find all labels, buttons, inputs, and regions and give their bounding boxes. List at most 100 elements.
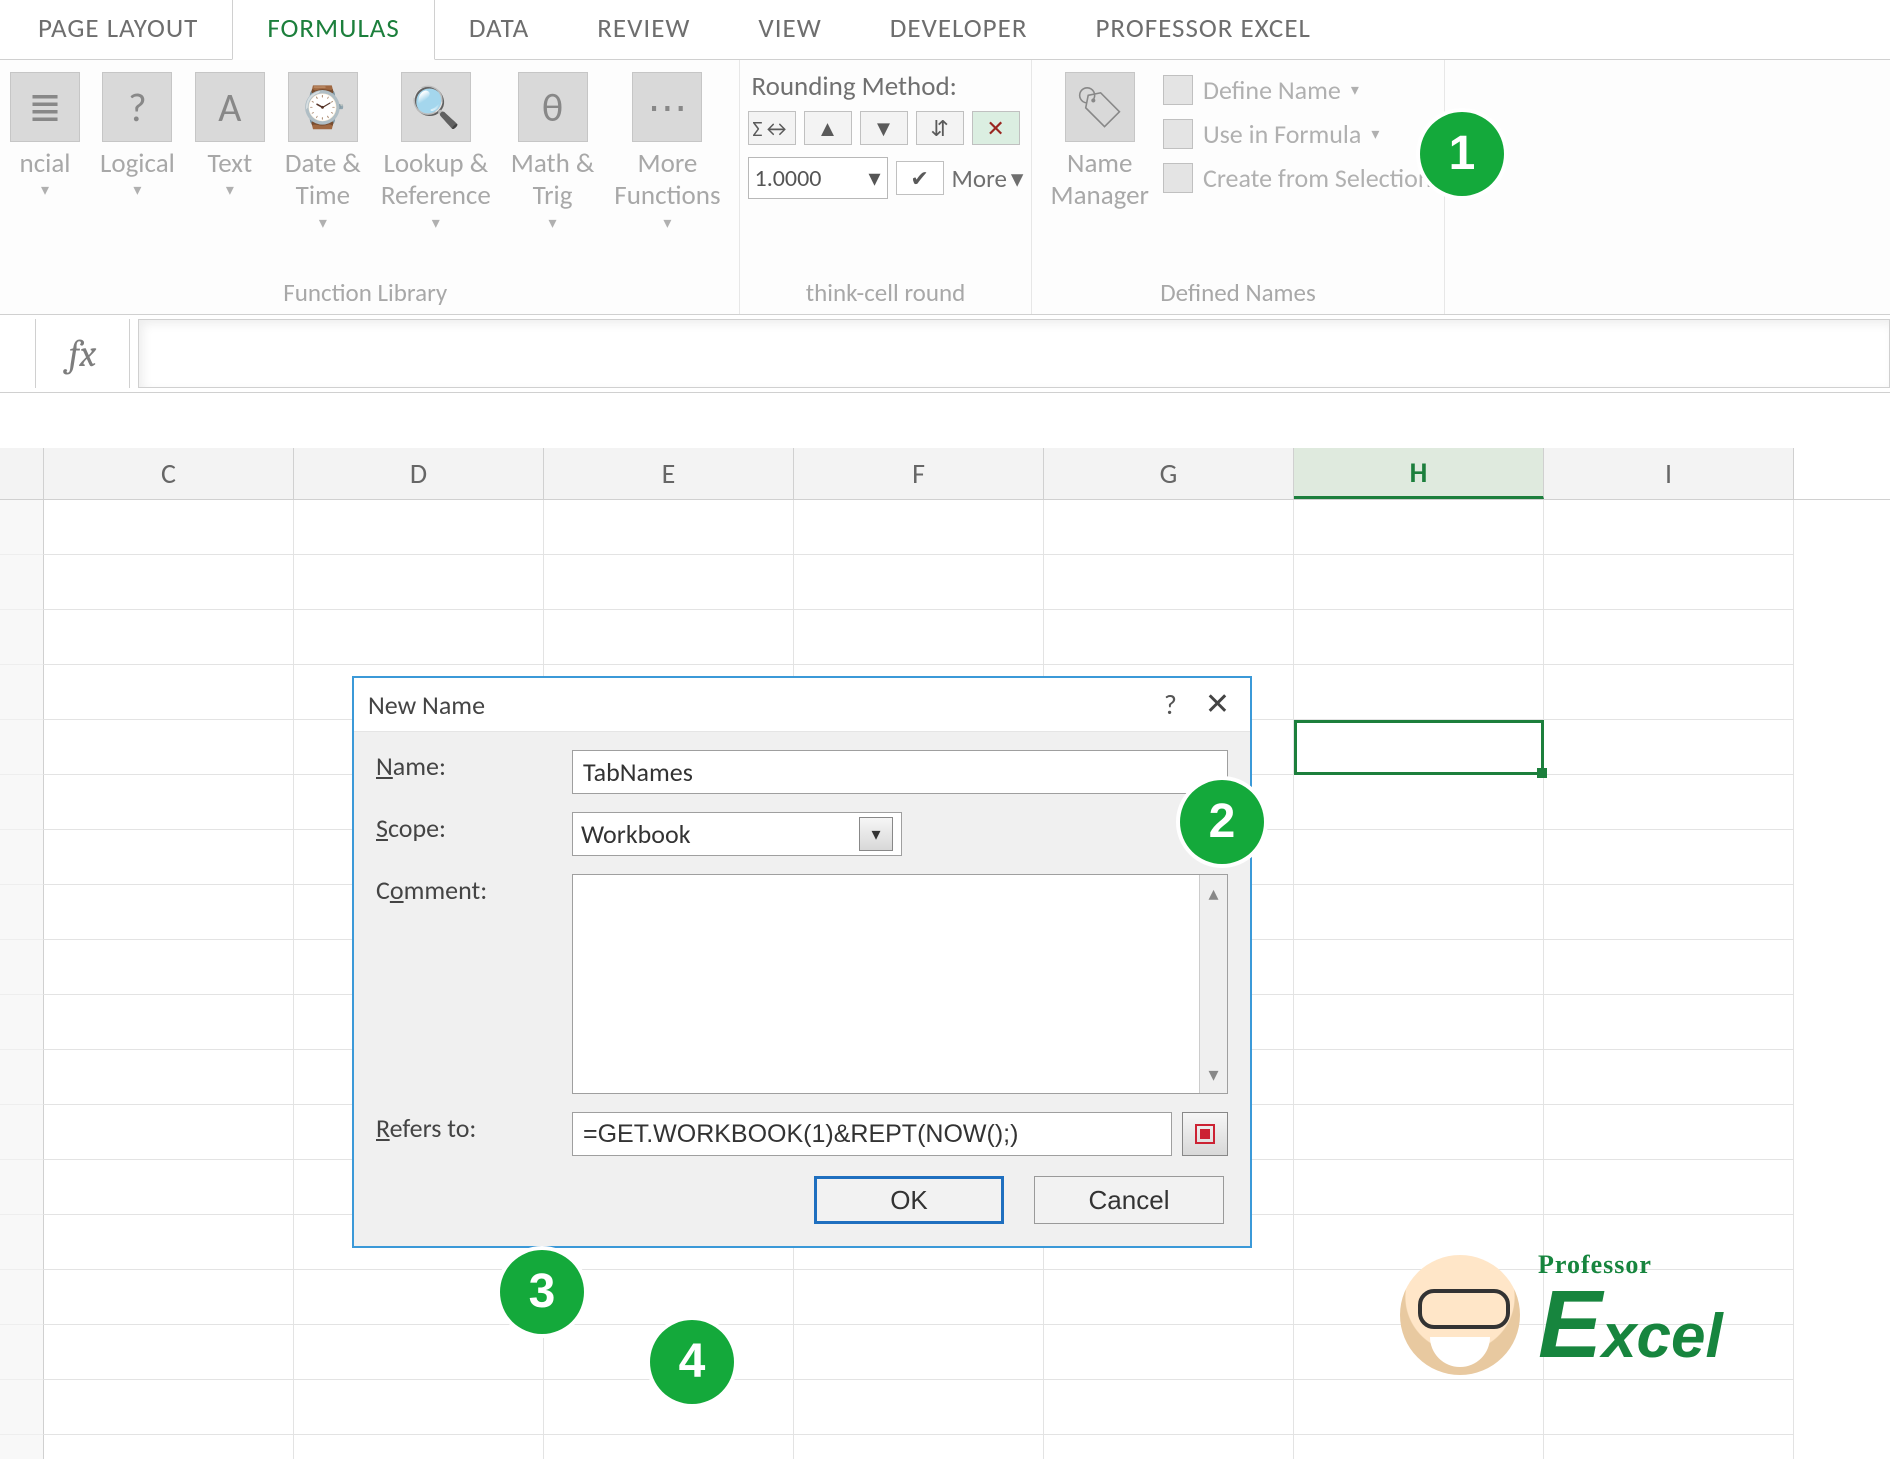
cell[interactable]: [544, 610, 794, 665]
cell[interactable]: [794, 1380, 1044, 1435]
lookup-reference-button[interactable]: 🔍Lookup &Reference▾: [371, 66, 501, 233]
cell[interactable]: [544, 555, 794, 610]
cell[interactable]: [1044, 500, 1294, 555]
cell[interactable]: [44, 610, 294, 665]
tab-review[interactable]: REVIEW: [563, 0, 724, 59]
close-icon[interactable]: ✕: [1199, 686, 1236, 723]
cell[interactable]: [794, 500, 1044, 555]
cell[interactable]: [1294, 830, 1544, 885]
date-time-button[interactable]: ⌚Date &Time▾: [275, 66, 371, 233]
financial-button[interactable]: ≣ncial▾: [0, 66, 90, 200]
cell[interactable]: [1544, 720, 1794, 775]
formula-input[interactable]: [138, 319, 1890, 388]
cell[interactable]: [794, 610, 1044, 665]
formula-bar-controls[interactable]: [0, 319, 36, 388]
col-H[interactable]: H: [1294, 448, 1544, 499]
cell[interactable]: [1294, 1160, 1544, 1215]
col-C[interactable]: C: [44, 448, 294, 499]
cell[interactable]: [44, 1270, 294, 1325]
cell[interactable]: [44, 885, 294, 940]
arrow-down-icon[interactable]: ▾: [1208, 1062, 1218, 1087]
cell[interactable]: [1044, 555, 1294, 610]
cell[interactable]: [1044, 1380, 1294, 1435]
more-round-button[interactable]: More▾: [952, 163, 1024, 194]
cell[interactable]: [1294, 775, 1544, 830]
col-F[interactable]: F: [794, 448, 1044, 499]
col-D[interactable]: D: [294, 448, 544, 499]
cell[interactable]: [1294, 995, 1544, 1050]
row[interactable]: [0, 610, 1890, 665]
cell[interactable]: [1294, 1380, 1544, 1435]
cell[interactable]: [44, 720, 294, 775]
round-up-icon[interactable]: ▲: [804, 111, 852, 145]
fx-icon[interactable]: fx: [36, 319, 130, 388]
round-clear-icon[interactable]: ✕: [972, 111, 1020, 145]
cell[interactable]: [1544, 885, 1794, 940]
tab-view[interactable]: VIEW: [724, 0, 855, 59]
cell[interactable]: [1544, 830, 1794, 885]
define-name-button[interactable]: Define Name▾: [1163, 74, 1432, 106]
tab-page-layout[interactable]: PAGE LAYOUT: [4, 0, 232, 59]
cell[interactable]: [1544, 500, 1794, 555]
cell[interactable]: [294, 555, 544, 610]
cell[interactable]: [794, 1270, 1044, 1325]
tab-formulas[interactable]: FORMULAS: [232, 0, 435, 60]
cell[interactable]: [44, 775, 294, 830]
cell[interactable]: [44, 1435, 294, 1459]
cell[interactable]: [1294, 1435, 1544, 1459]
cell[interactable]: [294, 610, 544, 665]
cell[interactable]: [1294, 885, 1544, 940]
cell[interactable]: [1294, 940, 1544, 995]
row[interactable]: [0, 1380, 1890, 1435]
cell[interactable]: [1044, 1270, 1294, 1325]
cell[interactable]: [1544, 665, 1794, 720]
col-E[interactable]: E: [544, 448, 794, 499]
cell[interactable]: [44, 1380, 294, 1435]
cell[interactable]: [294, 1380, 544, 1435]
cell[interactable]: [1044, 610, 1294, 665]
row[interactable]: [0, 1435, 1890, 1459]
comment-textarea[interactable]: ▴▾: [572, 874, 1228, 1094]
cell[interactable]: [44, 665, 294, 720]
round-down-icon[interactable]: ▼: [860, 111, 908, 145]
cell[interactable]: [544, 500, 794, 555]
cell[interactable]: [44, 555, 294, 610]
use-in-formula-button[interactable]: Use in Formula▾: [1163, 118, 1432, 150]
cell[interactable]: [44, 1325, 294, 1380]
cancel-button[interactable]: Cancel: [1034, 1176, 1224, 1224]
cell[interactable]: [44, 1160, 294, 1215]
row[interactable]: [0, 555, 1890, 610]
cell[interactable]: [44, 830, 294, 885]
cell[interactable]: [1294, 720, 1544, 775]
help-icon[interactable]: ?: [1142, 687, 1199, 722]
cell[interactable]: [1544, 775, 1794, 830]
name-manager-button[interactable]: 🏷 NameManager: [1040, 66, 1158, 213]
cell[interactable]: [1544, 940, 1794, 995]
apply-round-icon[interactable]: ✔: [896, 161, 944, 195]
cell[interactable]: [44, 1105, 294, 1160]
cell[interactable]: [1544, 1435, 1794, 1459]
chevron-down-icon[interactable]: ▾: [859, 817, 893, 851]
scrollbar[interactable]: ▴▾: [1199, 875, 1227, 1093]
more-functions-button[interactable]: ⋯MoreFunctions▾: [604, 66, 730, 233]
cell[interactable]: [794, 1435, 1044, 1459]
arrow-up-icon[interactable]: ▴: [1208, 881, 1218, 906]
text-button[interactable]: AText▾: [185, 66, 275, 200]
cell[interactable]: [794, 1325, 1044, 1380]
tab-developer[interactable]: DEVELOPER: [856, 0, 1062, 59]
cell[interactable]: [1294, 1050, 1544, 1105]
refers-to-input[interactable]: [572, 1112, 1172, 1156]
range-picker-icon[interactable]: [1182, 1112, 1228, 1156]
cell[interactable]: [1544, 1160, 1794, 1215]
cell[interactable]: [1044, 1325, 1294, 1380]
cell[interactable]: [44, 995, 294, 1050]
cell[interactable]: [1544, 610, 1794, 665]
cell[interactable]: [44, 1050, 294, 1105]
cell[interactable]: [44, 500, 294, 555]
cell[interactable]: [1294, 610, 1544, 665]
dialog-titlebar[interactable]: New Name ? ✕: [354, 678, 1250, 732]
logical-button[interactable]: ?Logical▾: [90, 66, 185, 200]
cell[interactable]: [44, 940, 294, 995]
sum-round-icon[interactable]: Σ↔: [748, 111, 796, 145]
cell[interactable]: [1294, 1105, 1544, 1160]
